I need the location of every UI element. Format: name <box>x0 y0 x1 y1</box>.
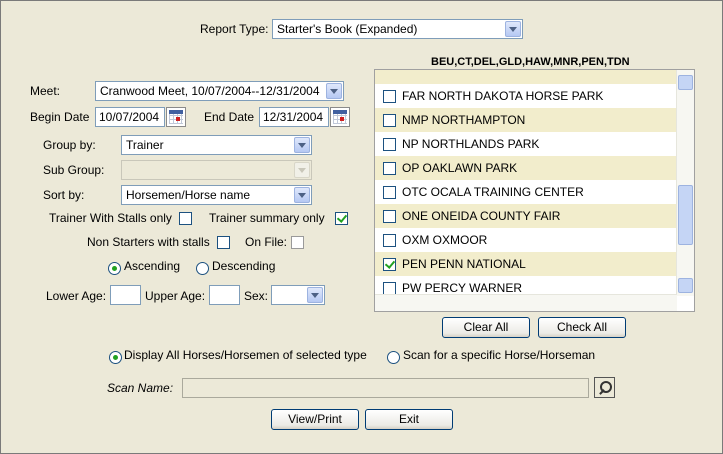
non-starters-checkbox[interactable] <box>217 236 230 249</box>
list-item[interactable] <box>375 70 677 84</box>
horizontal-scrollbar[interactable] <box>375 294 677 311</box>
chevron-down-icon[interactable] <box>294 162 310 178</box>
track-checkbox[interactable] <box>383 210 396 223</box>
scroll-up-icon[interactable] <box>678 75 693 90</box>
track-label: OTC OCALA TRAINING CENTER <box>402 185 584 199</box>
sort-by-select[interactable]: Horsemen/Horse name <box>121 185 312 205</box>
trainer-with-stalls-label: Trainer With Stalls only <box>49 211 172 225</box>
sex-select[interactable] <box>271 285 325 305</box>
track-checkbox[interactable] <box>383 90 396 103</box>
report-type-label: Report Type: <box>200 22 269 36</box>
track-list-item[interactable]: OTC OCALA TRAINING CENTER <box>375 180 677 204</box>
track-list-item[interactable]: OP OAKLAWN PARK <box>375 156 677 180</box>
track-checkbox[interactable] <box>383 138 396 151</box>
trainer-summary-label: Trainer summary only <box>209 211 325 225</box>
meet-select[interactable]: Cranwood Meet, 10/07/2004--12/31/2004 <box>95 81 344 101</box>
lower-age-input[interactable] <box>110 285 141 305</box>
track-list-item[interactable]: OXM OXMOOR <box>375 228 677 252</box>
track-label: NMP NORTHAMPTON <box>402 113 526 127</box>
report-type-value: Starter's Book (Expanded) <box>277 22 418 36</box>
calendar-icon[interactable] <box>330 107 350 127</box>
track-label: NP NORTHLANDS PARK <box>402 137 540 151</box>
meet-label: Meet: <box>30 84 61 98</box>
chevron-down-icon[interactable] <box>326 83 342 99</box>
descending-label: Descending <box>212 259 276 273</box>
scan-name-input[interactable] <box>182 378 589 398</box>
scroll-thumb[interactable] <box>678 185 693 245</box>
trainer-summary-checkbox[interactable] <box>335 212 348 225</box>
upper-age-label: Upper Age: <box>145 289 206 303</box>
sub-group-select[interactable] <box>121 160 312 180</box>
group-by-label: Group by: <box>43 138 96 152</box>
view-print-button[interactable]: View/Print <box>271 409 359 430</box>
scroll-down-icon[interactable] <box>678 278 693 293</box>
begin-date-value: 10/07/2004 <box>99 110 160 124</box>
track-checkbox[interactable] <box>383 162 396 175</box>
on-file-label: On File: <box>245 235 288 249</box>
begin-date-input[interactable]: 10/07/2004 <box>95 107 165 127</box>
search-button[interactable] <box>594 377 615 398</box>
track-list[interactable]: FAR NORTH DAKOTA HORSE PARK NMP NORTHAMPT… <box>374 69 695 312</box>
track-label: PEN PENN NATIONAL <box>402 257 526 271</box>
sex-label: Sex: <box>244 289 269 303</box>
scan-specific-radio[interactable] <box>387 351 400 364</box>
report-window: Report Type: Starter's Book (Expanded) B… <box>0 0 723 454</box>
chevron-down-icon[interactable] <box>294 137 310 153</box>
track-list-item[interactable]: NMP NORTHAMPTON <box>375 108 677 132</box>
track-label: OXM OXMOOR <box>402 233 488 247</box>
ascending-label: Ascending <box>124 259 181 273</box>
chevron-down-icon[interactable] <box>294 187 310 203</box>
scan-name-label: Scan Name: <box>107 381 174 395</box>
chevron-down-icon[interactable] <box>505 21 521 37</box>
display-all-radio[interactable] <box>109 351 122 364</box>
non-starters-label: Non Starters with stalls <box>87 235 210 249</box>
track-checkbox[interactable] <box>383 186 396 199</box>
group-by-select[interactable]: Trainer <box>121 135 312 155</box>
end-date-input[interactable]: 12/31/2004 <box>259 107 329 127</box>
lower-age-label: Lower Age: <box>46 289 107 303</box>
sort-by-value: Horsemen/Horse name <box>126 188 251 202</box>
check-all-button[interactable]: Check All <box>538 317 626 338</box>
track-label: ONE ONEIDA COUNTY FAIR <box>402 209 561 223</box>
chevron-down-icon[interactable] <box>307 287 323 303</box>
end-date-label: End Date <box>204 110 255 124</box>
track-list-item[interactable]: NP NORTHLANDS PARK <box>375 132 677 156</box>
track-checkbox[interactable] <box>383 114 396 127</box>
descending-radio[interactable] <box>196 262 209 275</box>
track-label: FAR NORTH DAKOTA HORSE PARK <box>402 89 604 103</box>
exit-button[interactable]: Exit <box>365 409 453 430</box>
end-date-value: 12/31/2004 <box>263 110 324 124</box>
track-checkbox[interactable] <box>383 258 396 271</box>
selected-track-codes: BEU,CT,DEL,GLD,HAW,MNR,PEN,TDN <box>431 56 630 68</box>
on-file-checkbox[interactable] <box>291 236 304 249</box>
track-checkbox[interactable] <box>383 234 396 247</box>
report-type-select[interactable]: Starter's Book (Expanded) <box>272 19 523 39</box>
track-label: OP OAKLAWN PARK <box>402 161 518 175</box>
vertical-scrollbar[interactable] <box>676 70 694 296</box>
display-all-label: Display All Horses/Horsemen of selected … <box>124 348 367 362</box>
upper-age-input[interactable] <box>209 285 240 305</box>
track-list-item[interactable]: ONE ONEIDA COUNTY FAIR <box>375 204 677 228</box>
sub-group-label: Sub Group: <box>43 163 105 177</box>
track-list-item[interactable]: FAR NORTH DAKOTA HORSE PARK <box>375 84 677 108</box>
group-by-value: Trainer <box>126 138 164 152</box>
trainer-with-stalls-checkbox[interactable] <box>179 212 192 225</box>
begin-date-label: Begin Date <box>30 110 90 124</box>
calendar-icon[interactable] <box>166 107 186 127</box>
clear-all-button[interactable]: Clear All <box>442 317 530 338</box>
track-list-item[interactable]: PEN PENN NATIONAL <box>375 252 677 276</box>
sort-by-label: Sort by: <box>43 188 85 202</box>
scan-specific-label: Scan for a specific Horse/Horseman <box>403 348 596 362</box>
ascending-radio[interactable] <box>108 262 121 275</box>
meet-value: Cranwood Meet, 10/07/2004--12/31/2004 <box>100 84 320 98</box>
